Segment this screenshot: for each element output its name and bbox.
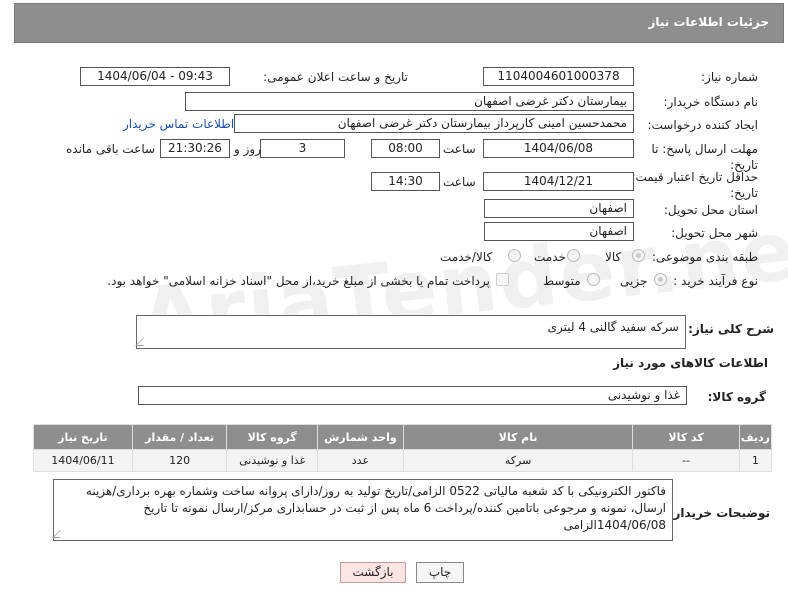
deadline-date-field: 1404/06/08 (483, 139, 634, 158)
goods-group-field: غذا و نوشیدنی (138, 386, 687, 405)
cell-need-date: 1404/06/11 (33, 449, 133, 472)
category-option-goods-service: کالا/خدمت (440, 250, 493, 264)
need-number-field: 1104004601000378 (483, 67, 634, 86)
cell-unit: عدد (317, 449, 404, 472)
summary-field: سرکه سفید گالنی 4 لیتری (135, 315, 686, 349)
back-button[interactable]: بازگشت (340, 562, 406, 583)
items-table: ردیف کد کالا نام کالا واحد شمارش گروه کا… (33, 424, 773, 472)
buyer-notes-label: توضیحات خریدار: (668, 506, 770, 520)
announce-field: 1404/06/04 - 09:43 (80, 67, 230, 86)
city-label: شهر محل تحویل: (671, 226, 758, 240)
remaining-time-field: 21:30:26 (160, 139, 230, 158)
process-option-minor: جزیی (620, 274, 648, 288)
category-radio-goods-service[interactable] (508, 249, 521, 262)
cell-quantity: 120 (131, 449, 228, 472)
col-header-item-name: نام کالا (402, 424, 634, 450)
category-radio-service[interactable] (567, 249, 580, 262)
cell-group: غذا و نوشیدنی (226, 449, 319, 472)
cell-item-code: -- (632, 449, 740, 472)
category-option-goods: کالا (605, 250, 622, 264)
cell-item-name: سرکه (402, 449, 634, 472)
price-validity-label: حداقل تاریخ اعتبار قیمت: تا تاریخ: (620, 170, 758, 200)
payment-note: پرداخت تمام یا بخشی از مبلغ خرید،از محل … (107, 274, 490, 288)
need-number-label: شماره نیاز: (701, 70, 758, 84)
resize-handle-icon[interactable] (135, 338, 151, 346)
deadline-time-label: ساعت (443, 142, 476, 156)
price-validity-time-field: 14:30 (371, 172, 440, 191)
announce-label: تاریخ و ساعت اعلان عمومی: (263, 70, 408, 84)
price-validity-time-label: ساعت (443, 175, 476, 189)
buyer-org-label: نام دستگاه خریدار: (663, 95, 759, 109)
process-radio-medium[interactable] (587, 273, 600, 286)
col-header-need-date: تاریخ نیاز (33, 424, 133, 450)
category-label: طبقه بندی موضوعی: (651, 250, 758, 264)
process-radio-minor[interactable] (654, 273, 667, 286)
page-header: جزئیات اطلاعات نیاز (14, 3, 784, 43)
price-validity-date-field: 1404/12/21 (483, 172, 634, 191)
table-header-row: ردیف کد کالا نام کالا واحد شمارش گروه کا… (33, 424, 773, 450)
buyer-org-field: بیمارستان دکتر غرضی اصفهان (185, 92, 634, 111)
summary-text: سرکه سفید گالنی 4 لیتری (547, 320, 679, 334)
table-row: 1 -- سرکه عدد غذا و نوشیدنی 120 1404/06/… (33, 449, 773, 472)
goods-section-title: اطلاعات کالاهای مورد نیاز (613, 356, 768, 370)
col-header-row-number: ردیف (738, 424, 773, 450)
days-label: روز و (234, 142, 261, 156)
page-title: جزئیات اطلاعات نیاز (648, 15, 769, 29)
print-button[interactable]: چاپ (416, 562, 464, 583)
creator-field: محمدحسین امینی کارپرداز بیمارستان دکتر غ… (234, 114, 634, 133)
city-field: اصفهان (484, 222, 634, 241)
process-label: نوع فرآیند خرید : (673, 274, 758, 288)
col-header-unit: واحد شمارش (317, 424, 404, 450)
category-option-service: خدمت (534, 250, 566, 264)
creator-label: ایجاد کننده درخواست: (647, 118, 758, 132)
category-radio-goods[interactable] (632, 249, 645, 262)
buyer-notes-field: فاکتور الکترونیکی با کد شعبه مالیاتی 052… (52, 479, 673, 541)
contact-info-link[interactable]: اطلاعات تماس خریدار (123, 117, 234, 131)
summary-label: شرح کلی نیاز: (688, 322, 774, 336)
deadline-time-field: 08:00 (371, 139, 440, 158)
col-header-quantity: تعداد / مقدار (131, 424, 228, 450)
goods-group-label: گروه کالا: (707, 390, 766, 404)
province-field: اصفهان (484, 199, 634, 218)
col-header-group: گروه کالا (226, 424, 319, 450)
process-option-medium: متوسط (543, 274, 581, 288)
days-field: 3 (260, 139, 345, 158)
province-label: استان محل تحویل: (663, 203, 758, 217)
remaining-label: ساعت باقی مانده (66, 142, 156, 156)
cell-row-number: 1 (738, 449, 773, 472)
buyer-notes-text: فاکتور الکترونیکی با کد شعبه مالیاتی 052… (85, 484, 666, 532)
col-header-item-code: کد کالا (632, 424, 740, 450)
treasury-payment-checkbox[interactable] (496, 273, 509, 286)
resize-handle-icon[interactable] (52, 530, 68, 538)
